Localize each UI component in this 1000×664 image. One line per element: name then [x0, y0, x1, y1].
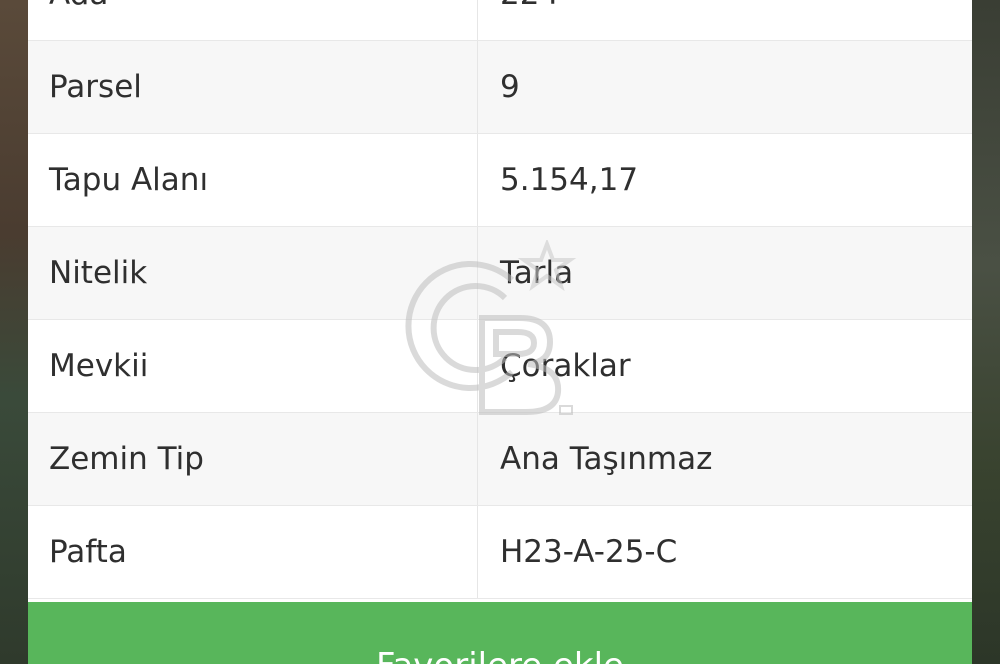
- table-row-zemin-tip: Zemin Tip Ana Taşınmaz: [28, 412, 972, 506]
- row-label: Zemin Tip: [28, 412, 478, 506]
- background-right: [972, 0, 1000, 664]
- table-row-ada: Ada 224: [28, 0, 972, 41]
- row-label: Nitelik: [28, 226, 478, 320]
- table-row-pafta: Pafta H23-A-25-C: [28, 505, 972, 599]
- row-label: Parsel: [28, 40, 478, 134]
- row-value: Tarla: [477, 226, 972, 320]
- add-to-favorites-label: Favorilere ekle: [28, 646, 972, 664]
- table-row-tapu-alani: Tapu Alanı 5.154,17: [28, 133, 972, 227]
- add-to-favorites-button[interactable]: Favorilere ekle: [28, 602, 972, 664]
- background-left: [0, 0, 28, 664]
- row-value: H23-A-25-C: [477, 505, 972, 599]
- table-row-nitelik: Nitelik Tarla: [28, 226, 972, 320]
- row-label: Pafta: [28, 505, 478, 599]
- property-details-card: Ada 224 Parsel 9 Tapu Alanı 5.154,17 Nit…: [28, 0, 972, 664]
- row-value: 224: [477, 0, 972, 41]
- table-row-parsel: Parsel 9: [28, 40, 972, 134]
- row-value: 5.154,17: [477, 133, 972, 227]
- row-value: Çoraklar: [477, 319, 972, 413]
- row-value: 9: [477, 40, 972, 134]
- table-row-mevkii: Mevkii Çoraklar: [28, 319, 972, 413]
- property-info-table: Ada 224 Parsel 9 Tapu Alanı 5.154,17 Nit…: [28, 0, 972, 599]
- row-label: Mevkii: [28, 319, 478, 413]
- row-value: Ana Taşınmaz: [477, 412, 972, 506]
- row-label: Ada: [28, 0, 478, 41]
- row-label: Tapu Alanı: [28, 133, 478, 227]
